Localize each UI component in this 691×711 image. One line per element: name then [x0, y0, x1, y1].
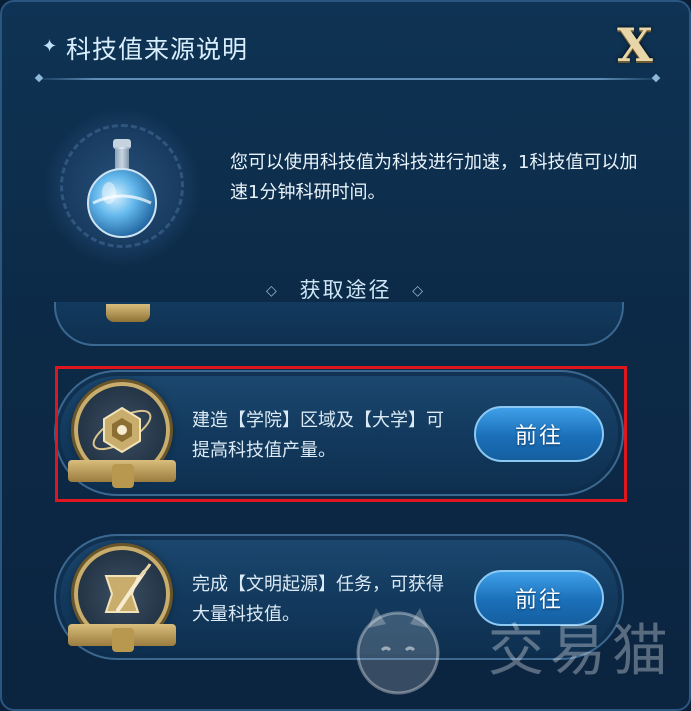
- list-item-partial: [54, 302, 624, 346]
- header-divider: [32, 78, 663, 80]
- tech-source-dialog: ✦ 科技值来源说明 X 您可以使用科技值为科技进行加速，1科技值可以加速1分钟科…: [0, 0, 691, 711]
- selection-highlight: [55, 366, 627, 502]
- intro-description: 您可以使用科技值为科技进行加速，1科技值可以加速1分钟科研时间。: [230, 152, 638, 203]
- go-button[interactable]: 前往: [474, 570, 604, 626]
- section-title: 获取途径: [299, 278, 392, 302]
- crown-badge-icon: [112, 628, 134, 652]
- list-item-civilization: 完成【文明起源】任务，可获得大量科技值。 前往: [54, 534, 624, 660]
- close-button[interactable]: X: [610, 18, 660, 72]
- sparkle-icon: ✦: [42, 36, 58, 57]
- section-header: ◇ 获取途径 ◇: [2, 274, 689, 304]
- dialog-header: ✦ 科技值来源说明 X: [2, 2, 689, 92]
- potion-flask-icon: [62, 126, 182, 246]
- diamond-ornament-icon: ◇: [266, 283, 279, 299]
- card-description: 完成【文明起源】任务，可获得大量科技值。: [192, 574, 444, 625]
- diamond-ornament-icon: ◇: [412, 283, 425, 299]
- dialog-title: 科技值来源说明: [66, 35, 249, 64]
- ribbon-icon: [106, 304, 150, 322]
